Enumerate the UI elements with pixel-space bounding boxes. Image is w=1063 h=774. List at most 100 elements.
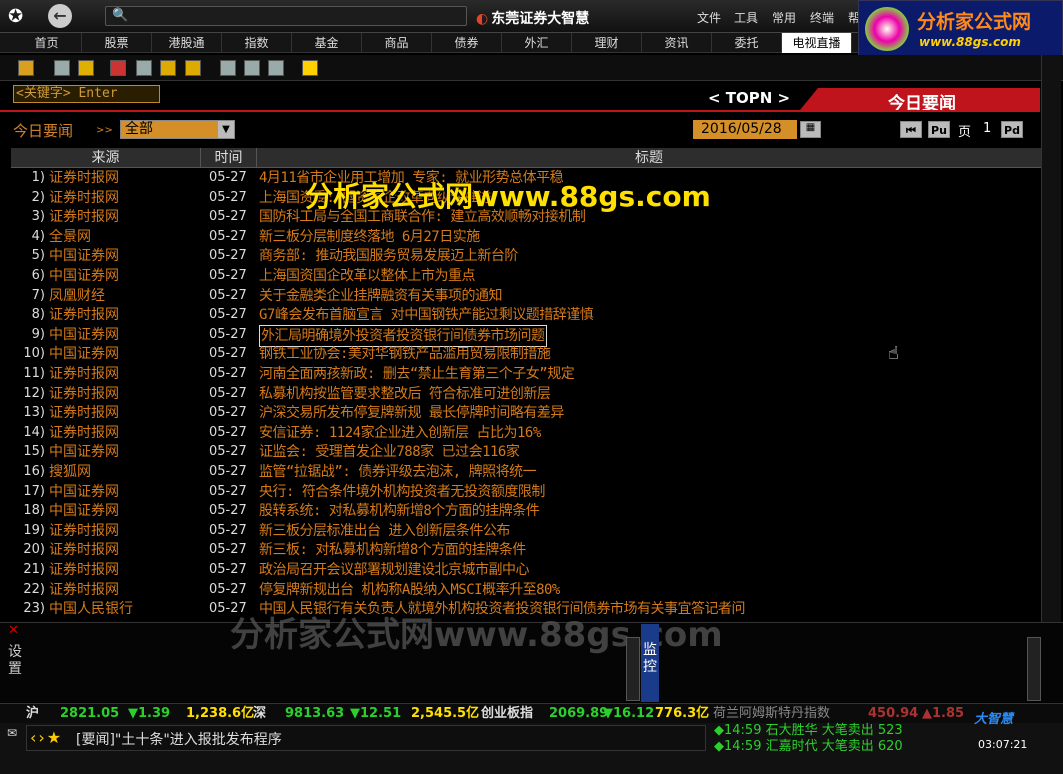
row-title[interactable]: 新三板分层制度终落地 6月27日实施 [259, 227, 480, 247]
folder-icon[interactable] [18, 60, 34, 76]
row-title[interactable]: 监管“拉锯战”: 债券评级去泡沫, 牌照将统一 [259, 462, 537, 482]
back-button[interactable]: ← [48, 4, 72, 28]
row-source[interactable]: 证券时报网 [49, 580, 119, 600]
row-title[interactable]: 钢铁工业协会:美对华钢铁产品滥用贸易限制措施 [259, 344, 551, 364]
row-title[interactable]: 政治局召开会议部署规划建设北京城市副中心 [259, 560, 530, 580]
first-page-button[interactable]: ⏮ [900, 121, 922, 138]
row-source[interactable]: 中国证券网 [49, 442, 119, 462]
table-row[interactable]: 22) 证券时报网 05-27 停复牌新规出台 机构称A股纳入MSCI概率升至80% [11, 580, 1041, 600]
row-source[interactable]: 证券时报网 [49, 423, 119, 443]
row-source[interactable]: 凤凰财经 [49, 286, 105, 306]
topn-button[interactable]: < TOPN > [708, 89, 790, 107]
note-icon[interactable] [244, 60, 260, 76]
table-row[interactable]: 13) 证券时报网 05-27 沪深交易所发布停复牌新规 最长停牌时间略有差异 [11, 403, 1041, 423]
row-title[interactable]: 央行: 符合条件境外机构投资者无投资额度限制 [259, 482, 545, 502]
columns-icon[interactable] [54, 60, 70, 76]
mail-icon[interactable]: ✉ [7, 726, 17, 740]
menu-tools[interactable]: 工具 [734, 9, 758, 26]
row-source[interactable]: 证券时报网 [49, 168, 119, 188]
next-page-button[interactable]: Pd [1001, 121, 1023, 138]
calendar-icon[interactable]: ▦ [800, 121, 821, 138]
row-source[interactable]: 证券时报网 [49, 384, 119, 404]
row-source[interactable]: 中国证券网 [49, 501, 119, 521]
row-source[interactable]: 中国证券网 [49, 325, 119, 345]
nav-arrows-star-icon[interactable]: ‹›★ [30, 728, 63, 747]
chevron-down-icon[interactable]: ▼ [218, 121, 234, 138]
date-field[interactable]: 2016/05/28 [693, 120, 797, 139]
nav-commodities[interactable]: 商品 [362, 33, 432, 53]
table-row[interactable]: 11) 证券时报网 05-27 河南全面两孩新政: 删去“禁止生育第三个子女”规定 [11, 364, 1041, 384]
row-title[interactable]: 新三板分层标准出台 进入创新层条件公布 [259, 521, 510, 541]
row-title[interactable]: 关于金融类企业挂牌融资有关事项的通知 [259, 286, 503, 306]
menu-terminal[interactable]: 终端 [810, 9, 834, 26]
table-row[interactable]: 12) 证券时报网 05-27 私募机构按监管要求整改后 符合标准可进创新层 [11, 384, 1041, 404]
table-row[interactable]: 7) 凤凰财经 05-27 关于金融类企业挂牌融资有关事项的通知 [11, 286, 1041, 306]
col-title[interactable]: 标题 [257, 148, 1041, 168]
table-row[interactable]: 21) 证券时报网 05-27 政治局召开会议部署规划建设北京城市副中心 [11, 560, 1041, 580]
row-title[interactable]: 证监会: 受理首发企业788家 已过会116家 [259, 442, 520, 462]
nav-tv-live[interactable]: 电视直播 [782, 33, 852, 53]
nav-trade[interactable]: 委托 [712, 33, 782, 53]
chart-tool-icon[interactable] [160, 60, 176, 76]
table-row[interactable]: 20) 证券时报网 05-27 新三板: 对私募机构新增8个方面的挂牌条件 [11, 540, 1041, 560]
row-title[interactable]: 河南全面两孩新政: 删去“禁止生育第三个子女”规定 [259, 364, 575, 384]
row-title[interactable]: 新三板: 对私募机构新增8个方面的挂牌条件 [259, 540, 526, 560]
nav-funds[interactable]: 基金 [292, 33, 362, 53]
row-source[interactable]: 中国证券网 [49, 246, 119, 266]
menu-common[interactable]: 常用 [772, 9, 796, 26]
row-source[interactable]: 搜狐网 [49, 462, 91, 482]
nav-news[interactable]: 资讯 [642, 33, 712, 53]
row-source[interactable]: 证券时报网 [49, 540, 119, 560]
table-row[interactable]: 9) 中国证券网 05-27 外汇局明确境外投资者投资银行间债券市场问题 [11, 324, 1041, 347]
table-row[interactable]: 5) 中国证券网 05-27 商务部: 推动我国服务贸易发展迈上新台阶 [11, 246, 1041, 266]
chart-tool2-icon[interactable] [185, 60, 201, 76]
col-time[interactable]: 时间 [201, 148, 257, 168]
row-title[interactable]: 上海国资国企改革以整体上市为重点 [259, 266, 476, 286]
table-row[interactable]: 10) 中国证券网 05-27 钢铁工业协会:美对华钢铁产品滥用贸易限制措施 [11, 344, 1041, 364]
row-source[interactable]: 证券时报网 [49, 207, 119, 227]
row-source[interactable]: 证券时报网 [49, 305, 119, 325]
nav-index[interactable]: 指数 [222, 33, 292, 53]
nav-forex[interactable]: 外汇 [502, 33, 572, 53]
panel-scrollbar[interactable] [626, 637, 640, 701]
row-title[interactable]: 股转系统: 对私募机构新增8个方面的挂牌条件 [259, 501, 540, 521]
nav-bonds[interactable]: 债券 [432, 33, 502, 53]
nav-home[interactable]: 首页 [12, 33, 82, 53]
table-row[interactable]: 4) 全景网 05-27 新三板分层制度终落地 6月27日实施 [11, 227, 1041, 247]
row-source[interactable]: 证券时报网 [49, 364, 119, 384]
row-source[interactable]: 全景网 [49, 227, 91, 247]
nav-stocks[interactable]: 股票 [82, 33, 152, 53]
list-icon[interactable] [220, 60, 236, 76]
table-row[interactable]: 14) 证券时报网 05-27 安信证券: 1124家企业进入创新层 占比为16% [11, 423, 1041, 443]
no-icon[interactable] [110, 60, 126, 76]
bell-icon[interactable] [78, 60, 94, 76]
row-title[interactable]: 商务部: 推动我国服务贸易发展迈上新台阶 [259, 246, 518, 266]
nav-hk-connect[interactable]: 港股通 [152, 33, 222, 53]
menu-file[interactable]: 文件 [697, 9, 721, 26]
table-row[interactable]: 15) 中国证券网 05-27 证监会: 受理首发企业788家 已过会116家 [11, 442, 1041, 462]
nav-wealth[interactable]: 理财 [572, 33, 642, 53]
row-source[interactable]: 证券时报网 [49, 403, 119, 423]
row-title[interactable]: 私募机构按监管要求整改后 符合标准可进创新层 [259, 384, 551, 404]
col-source[interactable]: 来源 [11, 148, 201, 168]
table-row[interactable]: 16) 搜狐网 05-27 监管“拉锯战”: 债券评级去泡沫, 牌照将统一 [11, 462, 1041, 482]
row-source[interactable]: 证券时报网 [49, 521, 119, 541]
row-source[interactable]: 中国证券网 [49, 344, 119, 364]
news-message[interactable]: [要闻]"土十条"进入报批发布程序 [76, 729, 282, 749]
panel-scrollbar-right[interactable] [1027, 637, 1041, 701]
row-title[interactable]: G7峰会发布首脑宣言 对中国钢铁产能过剩议题措辞谨慎 [259, 305, 594, 325]
table-row[interactable]: 6) 中国证券网 05-27 上海国资国企改革以整体上市为重点 [11, 266, 1041, 286]
row-source[interactable]: 中国证券网 [49, 482, 119, 502]
row-source[interactable]: 证券时报网 [49, 560, 119, 580]
diamond-icon[interactable] [302, 60, 318, 76]
row-title[interactable]: 安信证券: 1124家企业进入创新层 占比为16% [259, 423, 541, 443]
table-row[interactable]: 18) 中国证券网 05-27 股转系统: 对私募机构新增8个方面的挂牌条件 [11, 501, 1041, 521]
row-source[interactable]: 中国人民银行 [49, 599, 133, 619]
table-row[interactable]: 8) 证券时报网 05-27 G7峰会发布首脑宣言 对中国钢铁产能过剩议题措辞谨慎 [11, 305, 1041, 325]
image-icon[interactable] [268, 60, 284, 76]
table-row[interactable]: 17) 中国证券网 05-27 央行: 符合条件境外机构投资者无投资额度限制 [11, 482, 1041, 502]
prev-page-button[interactable]: Pu [928, 121, 950, 138]
close-icon[interactable]: ✕ [8, 623, 19, 638]
row-source[interactable]: 中国证券网 [49, 266, 119, 286]
app-logo-icon[interactable]: ✪ [8, 6, 32, 28]
